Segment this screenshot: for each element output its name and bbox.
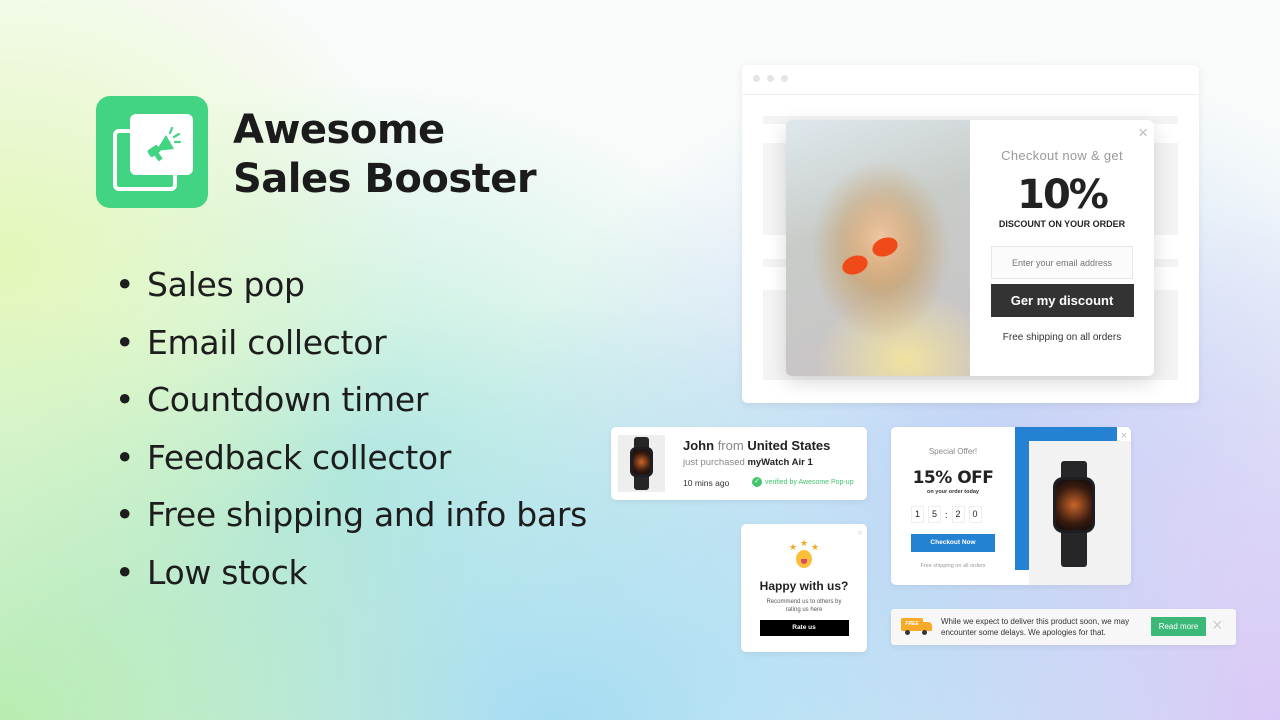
discount-percent: 10%	[1017, 172, 1109, 218]
close-icon[interactable]: ×	[1212, 616, 1223, 634]
countdown-timer: 1 5 : 2 0	[911, 506, 982, 523]
feedback-title: Happy with us?	[759, 579, 849, 593]
delivery-truck-icon: FREE	[901, 618, 933, 636]
offer-label: Special Offer!	[928, 447, 978, 456]
timer-separator: :	[945, 509, 948, 520]
rate-us-button[interactable]: Rate us	[759, 620, 849, 636]
popup-content: × Checkout now & get 10% DISCOUNT ON YOU…	[970, 120, 1154, 376]
window-dots	[753, 75, 788, 82]
time-ago: 10 mins ago	[683, 478, 730, 488]
browser-divider	[742, 94, 1199, 95]
timer-digit: 1	[911, 506, 924, 523]
model-photo	[786, 120, 970, 376]
sales-pop-card: John from United States just purchased m…	[611, 427, 867, 500]
feature-item: • Low stock	[115, 552, 308, 592]
countdown-card: × Special Offer! 15% OFF on your order t…	[891, 427, 1131, 585]
close-icon[interactable]: ×	[857, 527, 863, 541]
feature-item: • Countdown timer	[115, 380, 429, 419]
check-circle-icon: ✓	[752, 477, 762, 487]
feedback-card: × ★ ★ ★ Happy with us? Recommend us to o…	[741, 524, 867, 652]
app-title: Awesome Sales Booster	[233, 106, 537, 204]
feature-item: • Sales pop	[115, 265, 305, 304]
offer-title: 15% OFF	[912, 468, 994, 488]
purchase-line: just purchased myWatch Air 1	[683, 457, 813, 468]
popup-heading: Checkout now & get	[1001, 148, 1123, 163]
close-icon[interactable]: ×	[1121, 429, 1127, 443]
megaphone-icon	[147, 126, 181, 161]
offer-sub: on your order today	[927, 489, 979, 495]
email-collector-popup: × Checkout now & get 10% DISCOUNT ON YOU…	[786, 120, 1154, 376]
feedback-text: Recommend us to others by rating us here	[766, 599, 842, 613]
close-icon[interactable]: ×	[1138, 124, 1148, 141]
smiley-stars-icon: ★ ★ ★	[789, 538, 819, 572]
timer-digit: 0	[968, 506, 982, 523]
feature-list: • Sales pop • Email collector • Countdown t…	[115, 262, 587, 607]
feature-item: • Feedback collector	[115, 437, 452, 477]
discount-subheading: DISCOUNT ON YOUR ORDER	[998, 219, 1126, 229]
product-image	[1029, 441, 1131, 585]
verified-badge: ✓ verified by Awesome Pop-up	[752, 477, 854, 487]
timer-digit: 5	[928, 506, 941, 523]
info-text: While we expect to deliver this product …	[941, 617, 1130, 637]
checkout-now-button[interactable]: Checkout Now	[911, 534, 995, 552]
title-line-1: Awesome	[233, 107, 445, 153]
timer-digit: 2	[951, 506, 965, 523]
product-image	[618, 435, 665, 492]
feature-item: • Email collector	[115, 322, 387, 362]
free-shipping-note: Free shipping on all orders	[1002, 332, 1122, 343]
app-logo	[96, 96, 208, 208]
email-input[interactable]	[991, 246, 1133, 279]
title-line-2: Sales Booster	[233, 156, 537, 202]
buyer-line: John from United States	[683, 438, 831, 453]
shipping-note: Free shipping on all orders	[920, 563, 986, 569]
logo-front-square	[130, 114, 193, 175]
feature-item: • Free shipping and info bars	[115, 495, 587, 534]
get-discount-button[interactable]: Ger my discount	[990, 284, 1134, 317]
info-bar: FREE While we expect to deliver this pro…	[891, 609, 1236, 645]
read-more-button[interactable]: Read more	[1151, 617, 1206, 636]
